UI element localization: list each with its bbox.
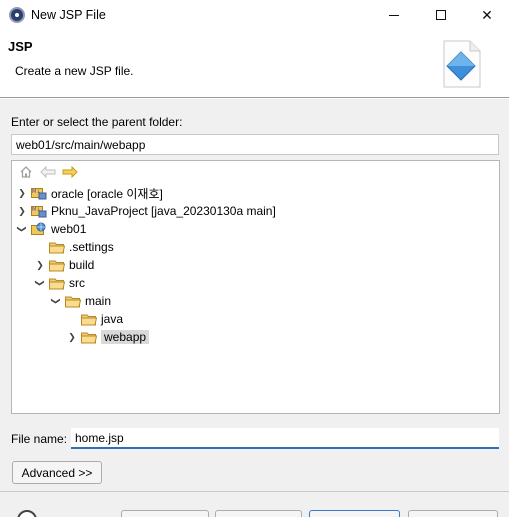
tree-item-settings[interactable]: .settings (49, 238, 114, 256)
back-arrow-icon[interactable] (40, 164, 56, 179)
folder-icon (81, 332, 97, 343)
back-button[interactable] (121, 510, 209, 517)
wizard-description: Create a new JSP file. (15, 64, 134, 78)
close-button[interactable]: ✕ (464, 0, 509, 30)
tree-item-build[interactable]: ❯ build (35, 256, 94, 274)
folder-icon (49, 278, 65, 289)
title-bar: New JSP File ✕ (0, 0, 509, 30)
advanced-button[interactable]: Advanced >> (12, 461, 102, 484)
chevron-down-icon[interactable]: ❯ (35, 278, 46, 288)
finish-button[interactable] (309, 510, 400, 517)
window-title: New JSP File (31, 8, 106, 22)
chevron-right-icon[interactable]: ❯ (17, 206, 27, 216)
tree-item-label: web01 (51, 222, 87, 236)
folder-icon (65, 296, 81, 307)
maximize-icon (436, 10, 446, 20)
tree-item-web01[interactable]: ❯ web01 (17, 220, 87, 238)
tree-item-label: java (101, 312, 124, 326)
minimize-button[interactable] (371, 0, 417, 30)
file-name-label: File name: (11, 432, 68, 446)
new-file-wizard-icon (443, 40, 481, 88)
close-icon: ✕ (481, 6, 493, 23)
wizard-title: JSP (8, 39, 33, 54)
chevron-right-icon[interactable]: ❯ (35, 260, 45, 270)
home-icon[interactable] (18, 164, 34, 179)
tree-item-label: src (69, 276, 85, 290)
cancel-button[interactable] (408, 510, 498, 517)
tree-item-main[interactable]: ❯ main (51, 292, 112, 310)
forward-arrow-icon[interactable] (62, 164, 78, 179)
folder-icon (81, 314, 97, 325)
tree-item-oracle[interactable]: ❯ M↓ oracle [oracle 이재호] (17, 184, 163, 202)
chevron-right-icon[interactable]: ❯ (67, 332, 77, 342)
tree-toolbar (12, 161, 499, 182)
tree-item-src[interactable]: ❯ src (35, 274, 86, 292)
minimize-icon (389, 14, 399, 16)
wizard-body: Enter or select the parent folder: ❯ M↓ … (0, 99, 509, 517)
chevron-down-icon[interactable]: ❯ (17, 224, 28, 234)
java-project-icon: M↓ (31, 206, 47, 218)
tree-item-webapp[interactable]: ❯ webapp (67, 328, 150, 346)
chevron-down-icon[interactable]: ❯ (51, 296, 62, 306)
help-icon[interactable] (17, 510, 37, 517)
next-button[interactable] (215, 510, 302, 517)
folder-icon (49, 260, 65, 271)
folder-icon (49, 242, 65, 253)
maximize-button[interactable] (418, 0, 464, 30)
parent-folder-input[interactable] (11, 134, 499, 155)
parent-folder-label: Enter or select the parent folder: (11, 115, 183, 129)
wizard-header: JSP Create a new JSP file. (0, 30, 509, 98)
tree-item-label: Pknu_JavaProject [java_20230130a main] (51, 204, 276, 218)
tree-item-label: .settings (69, 240, 114, 254)
tree-item-label: main (85, 294, 112, 308)
tree-item-label: build (69, 258, 95, 272)
java-project-icon: M↓ (31, 188, 47, 200)
tree-item-pknu-javaproject[interactable]: ❯ M↓ Pknu_JavaProject [java_20230130a ma… (17, 202, 276, 220)
project-tree[interactable]: ❯ M↓ oracle [oracle 이재호] ❯ M↓ Pknu_JavaP… (11, 160, 500, 414)
tree-item-label: oracle [oracle 이재호] (51, 186, 163, 201)
eclipse-icon (9, 7, 25, 23)
footer-separator (0, 491, 509, 492)
file-name-input[interactable] (71, 428, 499, 449)
tree-item-java[interactable]: java (81, 310, 123, 328)
tree-item-label: webapp (101, 330, 150, 344)
chevron-right-icon[interactable]: ❯ (17, 188, 27, 198)
web-project-icon (31, 222, 46, 235)
